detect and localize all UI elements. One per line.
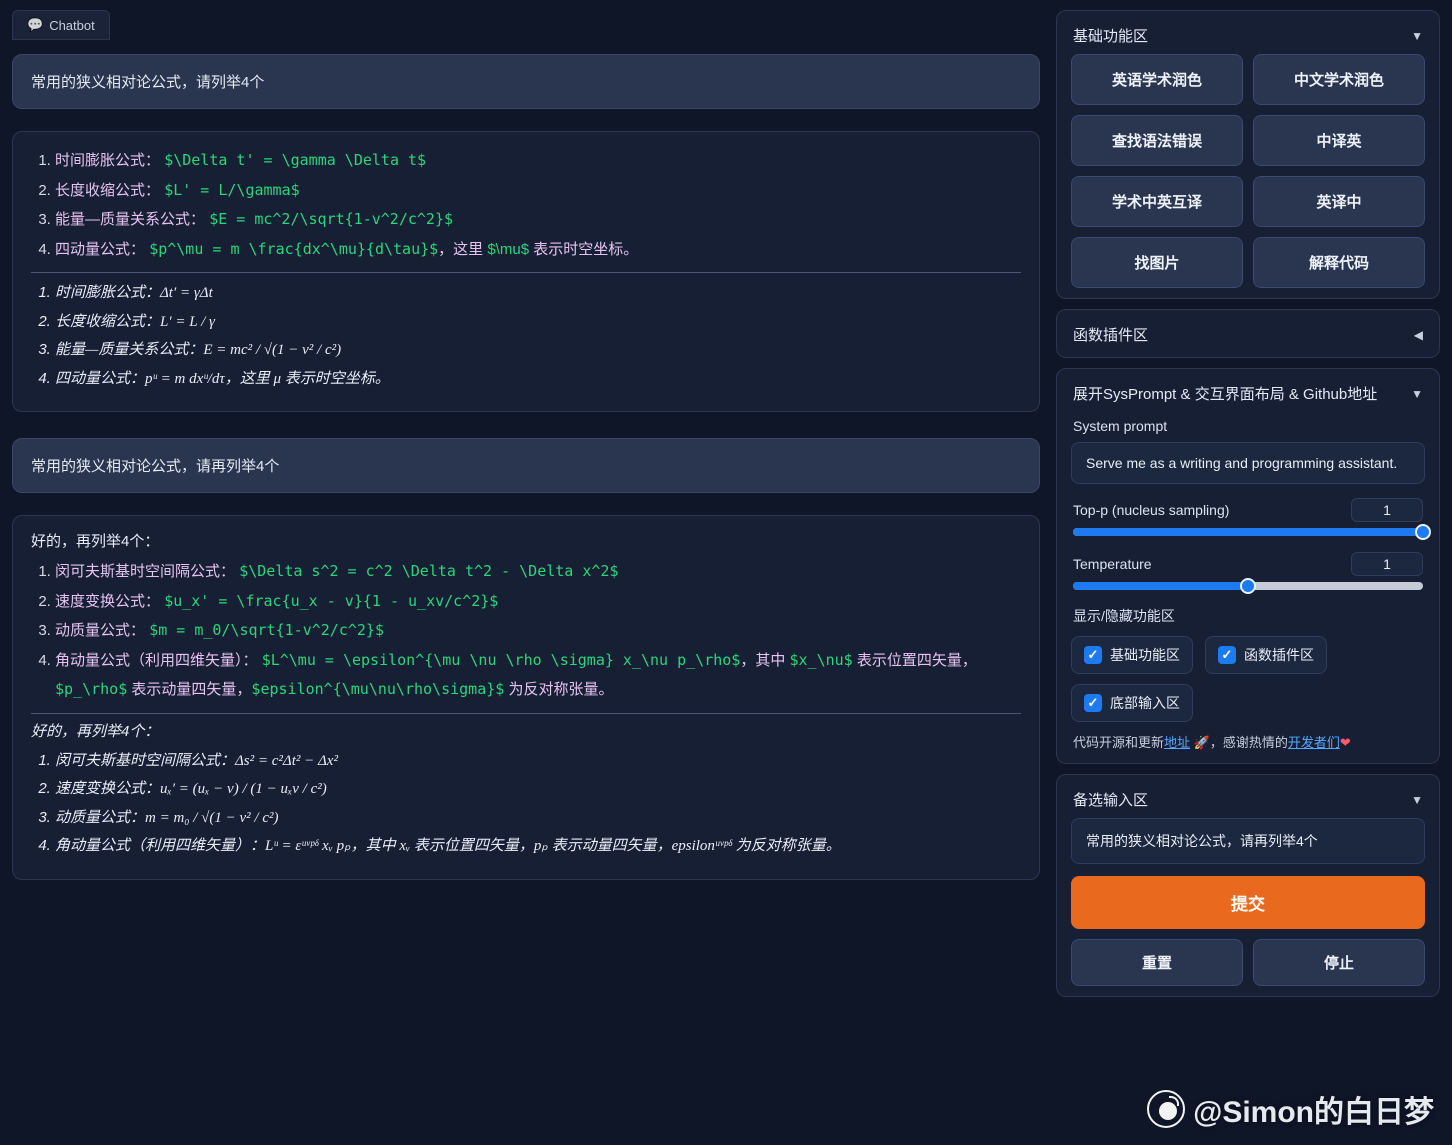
latex-source-list: 时间膨胀公式： $\Delta t' = \gamma \Delta t$ 长度…: [55, 146, 1021, 264]
temp-value[interactable]: 1: [1351, 552, 1423, 576]
rendered-list: 时间膨胀公式：Δt′ = γΔt 长度收缩公式：L′ = L / γ 能量—质量…: [55, 279, 1021, 393]
latex-source-list: 闵可夫斯基时空间隔公式： $\Delta s^2 = c^2 \Delta t^…: [55, 557, 1021, 705]
btn-cn2en[interactable]: 中译英: [1253, 115, 1425, 166]
panel-alt-input: 备选输入区 ▼ 常用的狭义相对论公式，请再列举4个 提交 重置 停止: [1056, 774, 1440, 997]
slider-thumb[interactable]: [1415, 524, 1431, 540]
panel-head-expand[interactable]: 展开SysPrompt & 交互界面布局 & Github地址 ▼: [1071, 379, 1425, 412]
topp-row: Top-p (nucleus sampling) 1: [1073, 498, 1423, 522]
list-item: 闵可夫斯基时空间隔公式： $\Delta s^2 = c^2 \Delta t^…: [55, 557, 1021, 587]
system-prompt-label: System prompt: [1073, 418, 1423, 434]
temp-row: Temperature 1: [1073, 552, 1423, 576]
github-link[interactable]: 地址: [1164, 735, 1190, 750]
list-item: 长度收缩公式：L′ = L / γ: [55, 308, 1021, 337]
user-message-2: 常用的狭义相对论公式，请再列举4个: [12, 438, 1040, 493]
list-item: 动质量公式： $m = m_0/\sqrt{1-v^2/c^2}$: [55, 616, 1021, 646]
secondary-button-row: 重置 停止: [1071, 939, 1425, 986]
chk-basic[interactable]: ✓ 基础功能区: [1071, 636, 1193, 674]
list-item: 能量—质量关系公式： $E = mc^2/\sqrt{1-v^2/c^2}$: [55, 205, 1021, 235]
checkbox-checked-icon: ✓: [1084, 646, 1102, 664]
user-text: 常用的狭义相对论公式，请再列举4个: [31, 458, 279, 475]
chk-bottom-input[interactable]: ✓ 底部输入区: [1071, 684, 1193, 722]
list-item: 时间膨胀公式： $\Delta t' = \gamma \Delta t$: [55, 146, 1021, 176]
panel-title: 基础功能区: [1073, 25, 1148, 46]
rendered-list: 闵可夫斯基时空间隔公式：Δs² = c²Δt² − Δx² 速度变换公式：uₓ′…: [55, 747, 1021, 861]
system-prompt-input[interactable]: Serve me as a writing and programming as…: [1071, 442, 1425, 484]
list-item: 角动量公式（利用四维矢量）：Lᵘ = εᵘᵛᵖᵟ xᵥ pₚ，其中 xᵥ 表示位…: [55, 832, 1021, 861]
basic-button-grid: 英语学术润色 中文学术润色 查找语法错误 中译英 学术中英互译 英译中 找图片 …: [1071, 54, 1425, 288]
checkbox-checked-icon: ✓: [1084, 694, 1102, 712]
bot-message-2: 好的，再列举4个： 闵可夫斯基时空间隔公式： $\Delta s^2 = c^2…: [12, 515, 1040, 880]
devs-link[interactable]: 开发者们: [1288, 735, 1340, 750]
list-item: 四动量公式： $p^\mu = m \frac{dx^\mu}{d\tau}$，…: [55, 235, 1021, 265]
tab-bar: 💬 Chatbot: [12, 10, 1040, 40]
checkbox-row-2: ✓ 底部输入区: [1071, 684, 1425, 722]
list-item: 闵可夫斯基时空间隔公式：Δs² = c²Δt² − Δx²: [55, 747, 1021, 776]
chevron-down-icon: ▼: [1411, 793, 1423, 807]
list-item: 长度收缩公式： $L' = L/\gamma$: [55, 176, 1021, 206]
btn-en2cn[interactable]: 英译中: [1253, 176, 1425, 227]
chat-main: 💬 Chatbot 常用的狭义相对论公式，请列举4个 时间膨胀公式： $\Del…: [0, 0, 1052, 1145]
btn-cn-polish[interactable]: 中文学术润色: [1253, 54, 1425, 105]
panel-expand: 展开SysPrompt & 交互界面布局 & Github地址 ▼ System…: [1056, 368, 1440, 764]
heart-icon: ❤: [1340, 735, 1351, 750]
list-item: 时间膨胀公式：Δt′ = γΔt: [55, 279, 1021, 308]
bot-message-1: 时间膨胀公式： $\Delta t' = \gamma \Delta t$ 长度…: [12, 131, 1040, 412]
chk-plugins[interactable]: ✓ 函数插件区: [1205, 636, 1327, 674]
divider: [31, 713, 1021, 714]
checkbox-row: ✓ 基础功能区 ✓ 函数插件区: [1071, 636, 1425, 674]
divider: [31, 272, 1021, 273]
user-text: 常用的狭义相对论公式，请列举4个: [31, 74, 264, 91]
btn-explain-code[interactable]: 解释代码: [1253, 237, 1425, 288]
chevron-left-icon: ◀: [1414, 328, 1423, 342]
btn-en-polish[interactable]: 英语学术润色: [1071, 54, 1243, 105]
list-item: 角动量公式（利用四维矢量）： $L^\mu = \epsilon^{\mu \n…: [55, 646, 1021, 705]
chat-icon: 💬: [27, 17, 43, 33]
submit-button[interactable]: 提交: [1071, 876, 1425, 929]
panel-title: 备选输入区: [1073, 789, 1148, 810]
user-message-1: 常用的狭义相对论公式，请列举4个: [12, 54, 1040, 109]
topp-value[interactable]: 1: [1351, 498, 1423, 522]
rendered-lead: 好的，再列举4个：: [31, 720, 1021, 741]
slider-thumb[interactable]: [1240, 578, 1256, 594]
chevron-down-icon: ▼: [1411, 29, 1423, 43]
list-item: 速度变换公式： $u_x' = \frac{u_x - v}{1 - u_xv/…: [55, 587, 1021, 617]
alt-input-textbox[interactable]: 常用的狭义相对论公式，请再列举4个: [1071, 818, 1425, 864]
topp-slider[interactable]: [1073, 528, 1423, 536]
panel-plugins: 函数插件区 ◀: [1056, 309, 1440, 358]
chevron-down-icon: ▼: [1411, 387, 1423, 401]
slider-fill: [1073, 582, 1248, 590]
reset-button[interactable]: 重置: [1071, 939, 1243, 986]
tab-chatbot[interactable]: 💬 Chatbot: [12, 10, 110, 40]
tab-label: Chatbot: [49, 18, 95, 33]
btn-find-img[interactable]: 找图片: [1071, 237, 1243, 288]
lead-text: 好的，再列举4个：: [31, 530, 1021, 551]
checkbox-checked-icon: ✓: [1218, 646, 1236, 664]
temp-label: Temperature: [1073, 556, 1152, 572]
btn-grammar[interactable]: 查找语法错误: [1071, 115, 1243, 166]
panel-head-alt[interactable]: 备选输入区 ▼: [1071, 785, 1425, 818]
panel-title: 展开SysPrompt & 交互界面布局 & Github地址: [1073, 383, 1377, 404]
slider-fill: [1073, 528, 1423, 536]
rocket-icon: 🚀: [1194, 735, 1210, 750]
footnote: 代码开源和更新地址 🚀，感谢热情的开发者们❤: [1073, 732, 1423, 751]
topp-label: Top-p (nucleus sampling): [1073, 502, 1229, 518]
temp-slider[interactable]: [1073, 582, 1423, 590]
panel-head-basic[interactable]: 基础功能区 ▼: [1071, 21, 1425, 54]
toggle-section-title: 显示/隐藏功能区: [1073, 606, 1423, 626]
stop-button[interactable]: 停止: [1253, 939, 1425, 986]
list-item: 四动量公式：pᵘ = m dxᵘ/dτ，这里 μ 表示时空坐标。: [55, 365, 1021, 394]
panel-basic: 基础功能区 ▼ 英语学术润色 中文学术润色 查找语法错误 中译英 学术中英互译 …: [1056, 10, 1440, 299]
list-item: 能量—质量关系公式：E = mc² / √(1 − v² / c²): [55, 336, 1021, 365]
sidebar: 基础功能区 ▼ 英语学术润色 中文学术润色 查找语法错误 中译英 学术中英互译 …: [1052, 0, 1452, 1145]
btn-academic-tr[interactable]: 学术中英互译: [1071, 176, 1243, 227]
panel-head-plugins[interactable]: 函数插件区 ◀: [1071, 320, 1425, 347]
list-item: 速度变换公式：uₓ′ = (uₓ − v) / (1 − uₓv / c²): [55, 775, 1021, 804]
panel-title: 函数插件区: [1073, 324, 1148, 345]
list-item: 动质量公式：m = m₀ / √(1 − v² / c²): [55, 804, 1021, 833]
